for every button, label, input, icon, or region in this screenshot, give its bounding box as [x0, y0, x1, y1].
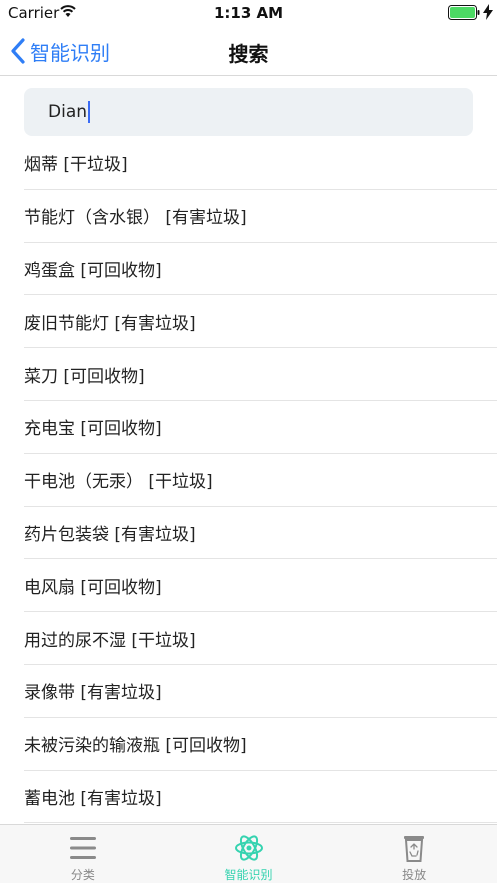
tab-category-label: 分类: [70, 868, 95, 882]
text-caret: [88, 101, 91, 123]
list-item[interactable]: 鸡蛋盒 [可回收物]: [24, 243, 497, 296]
page-title: 搜索: [228, 42, 269, 66]
list-item-label: 废旧节能灯 [有害垃圾]: [24, 313, 196, 334]
list-item[interactable]: 充电宝 [可回收物]: [24, 401, 497, 454]
list-item[interactable]: 节能灯（含水银） [有害垃圾]: [24, 190, 497, 243]
list-item[interactable]: 用过的尿不湿 [干垃圾]: [24, 612, 497, 665]
list-item[interactable]: 废旧节能灯 [有害垃圾]: [24, 295, 497, 349]
battery-icon: [448, 5, 480, 20]
tab-smart-recognition[interactable]: 智能识别: [166, 825, 332, 883]
list-item-label: 节能灯（含水银） [有害垃圾]: [24, 208, 247, 229]
list-item-label: 充电宝 [可回收物]: [24, 419, 162, 440]
tab-bar: 分类 智能识别 投放: [0, 824, 497, 883]
search-field[interactable]: Dian: [24, 88, 473, 136]
list-item[interactable]: 烟蒂 [干垃圾]: [24, 137, 497, 190]
status-bar: Carrier 1:13 AM: [0, 0, 497, 26]
menu-icon: [69, 837, 96, 859]
list-item[interactable]: 药片包装袋 [有害垃圾]: [24, 507, 497, 560]
search-screen: Carrier 1:13 AM 智能识别 搜索 Dian 烟蒂 [干垃圾] 节能灯…: [0, 0, 497, 883]
list-item-label: 电风扇 [可回收物]: [24, 577, 162, 598]
list-item[interactable]: 未被污染的输液瓶 [可回收物]: [24, 718, 497, 771]
navigation-bar: 智能识别 搜索: [0, 26, 497, 76]
list-item[interactable]: 干电池（无汞） [干垃圾]: [24, 454, 497, 507]
list-item-label: 烟蒂 [干垃圾]: [24, 155, 128, 176]
list-item-label: 药片包装袋 [有害垃圾]: [24, 524, 196, 545]
list-item[interactable]: 菜刀 [可回收物]: [24, 348, 497, 401]
search-input-value[interactable]: Dian: [48, 102, 87, 122]
atom-icon: [234, 835, 263, 861]
tab-dispose[interactable]: 投放: [331, 825, 497, 883]
list-item-label: 录像带 [有害垃圾]: [24, 683, 162, 704]
list-item-label: 菜刀 [可回收物]: [24, 366, 145, 387]
tab-category[interactable]: 分类: [0, 825, 166, 883]
list-item[interactable]: 电风扇 [可回收物]: [24, 559, 497, 613]
list-item[interactable]: 录像带 [有害垃圾]: [24, 665, 497, 718]
recycle-bin-icon: [404, 836, 425, 862]
list-item-label: 未被污染的输液瓶 [可回收物]: [24, 736, 247, 757]
tab-smart-recognition-label: 智能识别: [224, 868, 273, 882]
list-item-label: 蓄电池 [有害垃圾]: [24, 788, 162, 809]
list-item-label: 干电池（无汞） [干垃圾]: [24, 472, 213, 493]
status-time: 1:13 AM: [213, 4, 284, 22]
list-item[interactable]: 蓄电池 [有害垃圾]: [24, 771, 497, 824]
tab-dispose-label: 投放: [402, 868, 427, 882]
charging-bolt-icon: [483, 4, 493, 20]
list-item-label: 用过的尿不湿 [干垃圾]: [24, 630, 196, 651]
list-item-label: 鸡蛋盒 [可回收物]: [24, 260, 162, 281]
search-results-list: 烟蒂 [干垃圾] 节能灯（含水银） [有害垃圾] 鸡蛋盒 [可回收物] 废旧节能灯 […: [24, 137, 497, 824]
